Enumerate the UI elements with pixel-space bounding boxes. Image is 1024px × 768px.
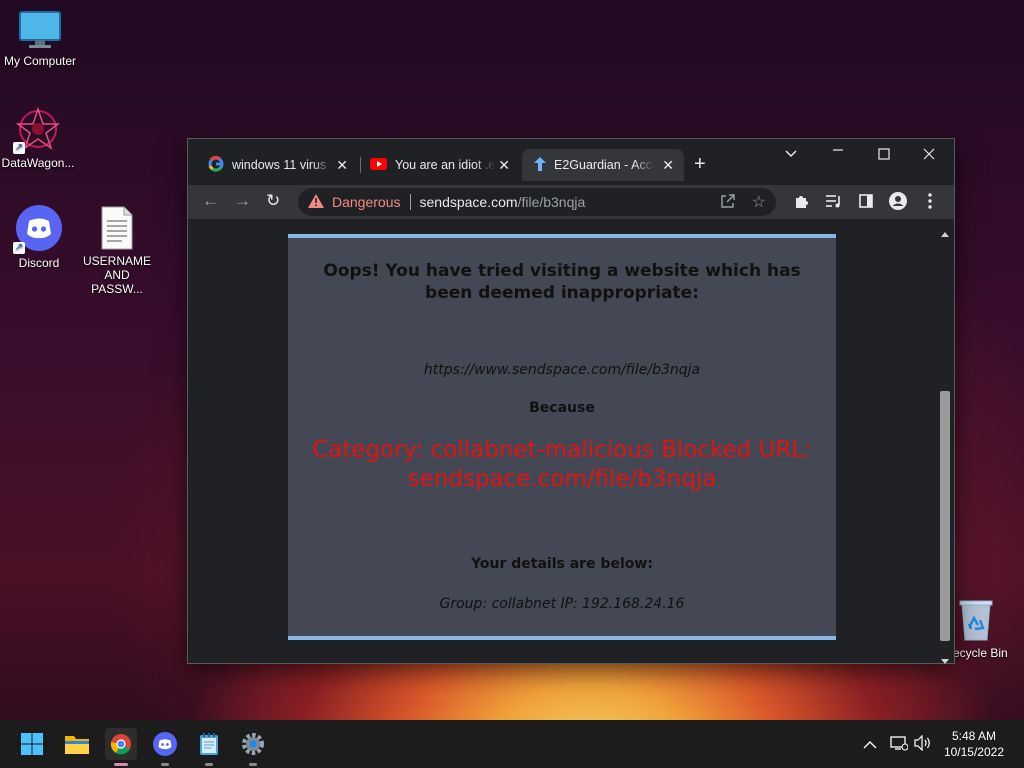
blocked-url: https://www.sendspace.com/file/b3nqja [423, 362, 701, 378]
scroll-down-arrow-icon[interactable] [941, 651, 949, 669]
back-arrow-icon[interactable]: ← [202, 191, 219, 211]
clock-time: 5:48 AM [951, 729, 996, 743]
tab-title: E2Guardian - Acce [554, 158, 654, 172]
recycle-bin-icon [956, 598, 996, 642]
profile-avatar-icon[interactable] [889, 192, 907, 215]
datawagon-icon: ↗ [13, 106, 61, 154]
reload-icon[interactable]: ↻ [266, 191, 280, 211]
running-indicator [249, 763, 257, 766]
url-path: /file/b3nqja [517, 194, 586, 210]
page-content: Oops! You have tried visiting a website … [188, 219, 936, 663]
desktop-icon-label: Discord [18, 256, 60, 270]
desktop-icon-datawagon[interactable]: ↗ DataWagon... [0, 106, 78, 170]
close-window-button[interactable] [923, 147, 935, 163]
show-hidden-icons-chevron-icon[interactable] [863, 736, 877, 753]
discord-icon: ↗ [13, 204, 63, 254]
vertical-scrollbar[interactable] [936, 219, 954, 664]
user-details: Group: collabnet IP: 192.168.24.16 [439, 596, 685, 612]
notepad-icon[interactable] [193, 728, 225, 766]
url-domain: sendspace.com [419, 194, 518, 210]
desktop-icon-my-computer[interactable]: My Computer [0, 10, 80, 68]
settings-icon[interactable] [237, 728, 269, 766]
block-notice-panel: Oops! You have tried visiting a website … [288, 234, 836, 640]
tab-title: You are an idiot .ex [395, 158, 495, 172]
minimize-button[interactable] [832, 143, 844, 159]
share-icon[interactable] [720, 193, 736, 212]
discord-icon[interactable] [149, 728, 181, 766]
media-queue-icon[interactable] [826, 194, 842, 213]
tab-youtube[interactable]: You are an idiot .ex ✕ [358, 149, 520, 181]
desktop-icon-label: DataWagon... [1, 156, 75, 170]
taskbar: 5:48 AM 10/15/2022 [0, 720, 1024, 768]
tab-close-icon[interactable]: ✕ [336, 157, 348, 174]
shortcut-arrow-icon: ↗ [13, 242, 25, 254]
tab-google-search[interactable]: windows 11 virus d ✕ [196, 149, 358, 181]
running-indicator [205, 763, 213, 766]
forward-arrow-icon[interactable]: → [234, 191, 251, 211]
block-reason: Category: collabnet-malicious Blocked UR… [312, 437, 812, 492]
tab-title: windows 11 virus d [232, 158, 332, 172]
because-label: Because [529, 400, 595, 416]
extensions-puzzle-icon[interactable] [794, 193, 810, 214]
browser-toolbar: ← → ↻ Dangerous sendspace.com/file/b3nqj… [188, 185, 954, 219]
tab-close-icon[interactable]: ✕ [662, 157, 674, 174]
running-indicator [114, 763, 128, 766]
omnibox-divider [409, 194, 411, 210]
tab-close-icon[interactable]: ✕ [498, 157, 510, 174]
start-icon[interactable] [16, 728, 48, 760]
desktop-icon-discord[interactable]: ↗ Discord [0, 204, 79, 270]
scroll-up-arrow-icon[interactable] [941, 224, 949, 242]
monitor-icon [18, 10, 62, 50]
text-file-icon [100, 206, 134, 250]
desktop-icon-text-file[interactable]: USERNAME AND PASSW... [77, 206, 157, 296]
address-bar[interactable]: Dangerous sendspace.com/file/b3nqja ☆ [298, 188, 776, 216]
shortcut-arrow-icon: ↗ [13, 142, 25, 154]
details-heading: Your details are below: [471, 556, 653, 572]
desktop-icon-label: My Computer [3, 54, 77, 68]
network-icon[interactable] [890, 735, 909, 755]
desktop-icon-label: USERNAME AND PASSW... [82, 254, 151, 296]
google-icon [208, 155, 224, 175]
running-indicator [161, 763, 169, 766]
tab-strip: windows 11 virus d ✕ You are an idiot .e… [188, 139, 954, 185]
clock-date: 10/15/2022 [943, 745, 1004, 759]
maximize-button[interactable] [878, 147, 890, 163]
volume-icon[interactable] [914, 734, 932, 755]
side-panel-icon[interactable] [859, 194, 873, 213]
security-label[interactable]: Dangerous [332, 194, 401, 210]
upload-arrow-icon [534, 156, 546, 174]
new-tab-button[interactable]: + [694, 153, 706, 176]
tab-e2guardian[interactable]: E2Guardian - Acce ✕ [522, 149, 684, 181]
bookmark-star-icon[interactable]: ☆ [752, 192, 766, 212]
warning-triangle-icon [308, 193, 324, 211]
youtube-icon [370, 157, 387, 173]
block-title: Oops! You have tried visiting a website … [323, 261, 801, 303]
chrome-icon[interactable] [105, 728, 137, 766]
system-clock[interactable]: 5:48 AM 10/15/2022 [944, 728, 1004, 760]
scroll-thumb[interactable] [940, 391, 950, 641]
browser-window: windows 11 virus d ✕ You are an idiot .e… [187, 138, 955, 664]
tab-search-chevron-icon[interactable] [785, 145, 797, 161]
file-explorer-icon[interactable] [61, 728, 93, 760]
kebab-menu-icon[interactable] [928, 193, 932, 214]
